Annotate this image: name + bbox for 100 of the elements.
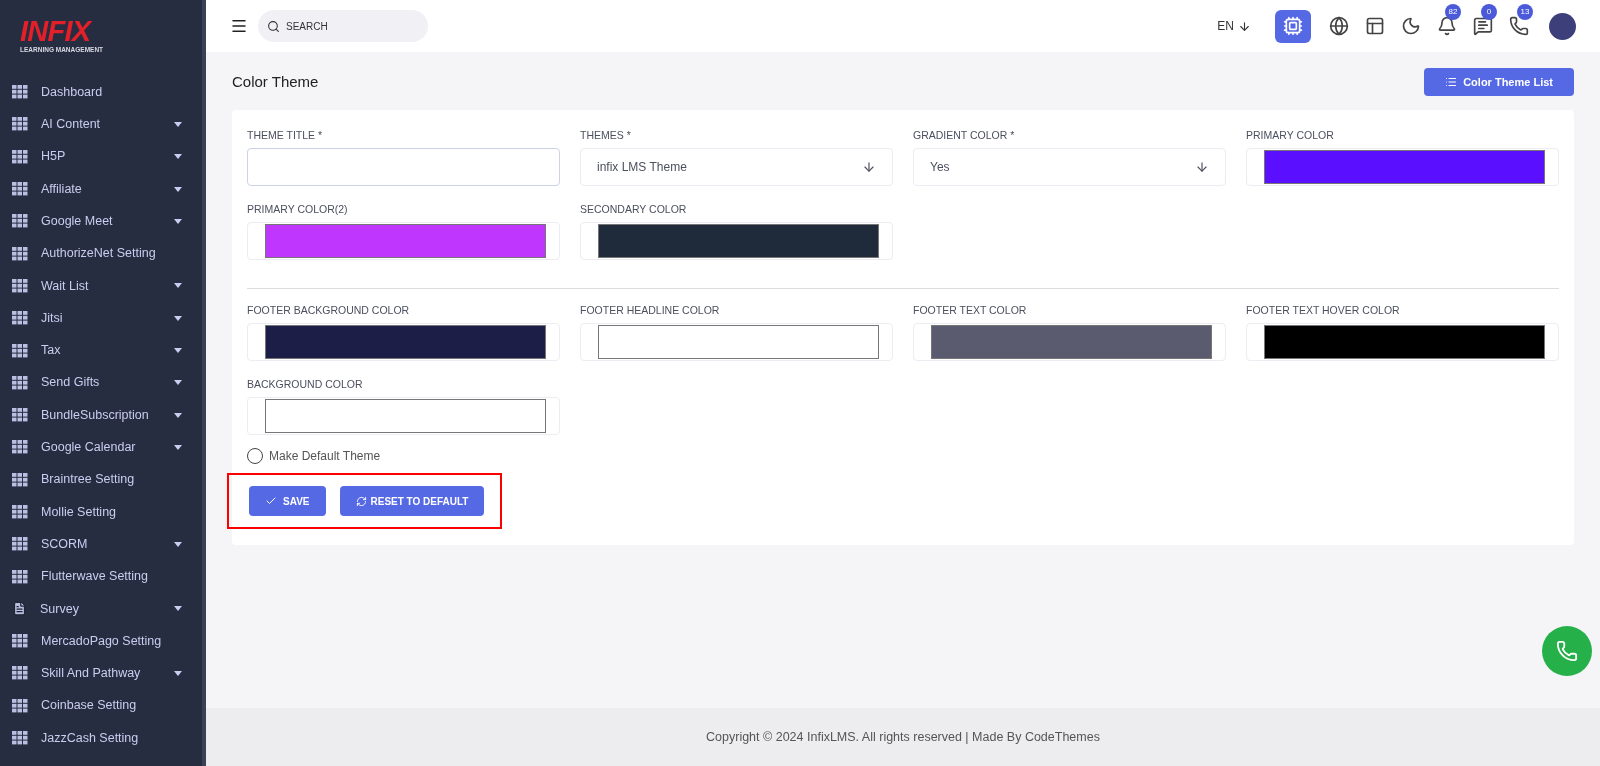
caret-icon	[174, 154, 182, 160]
globe-icon[interactable]	[1329, 16, 1349, 36]
color-input[interactable]	[247, 323, 560, 361]
caret-icon	[174, 541, 182, 547]
sidebar-item[interactable]: MercadoPago Setting	[0, 625, 202, 658]
layout-icon[interactable]	[1365, 16, 1385, 36]
count-badge: 82	[1445, 4, 1461, 20]
grid-icon	[12, 634, 28, 649]
sidebar-item[interactable]: Mollie Setting	[0, 495, 202, 529]
grid-icon	[12, 117, 28, 132]
sidebar-item[interactable]: Coinbase Setting	[0, 689, 202, 722]
grid-icon	[12, 569, 28, 584]
sidebar-item[interactable]: Wait List	[0, 269, 202, 303]
chat-icon[interactable]	[1473, 16, 1493, 36]
color-input[interactable]	[1246, 148, 1559, 186]
color-input[interactable]	[580, 323, 893, 361]
list-icon	[1445, 76, 1458, 88]
field-label: FOOTER HEADLINE COLOR	[580, 303, 721, 317]
sidebar-item[interactable]: AI Content	[0, 108, 202, 141]
reset-button[interactable]: RESET TO DEFAULT	[339, 486, 485, 516]
down-arrow-icon	[1195, 160, 1209, 174]
chip-icon	[1283, 16, 1303, 36]
sidebar-item[interactable]: Flutterwave Setting	[0, 560, 202, 593]
whatsapp-button[interactable]	[1542, 626, 1592, 676]
select-field[interactable]: Yes	[913, 148, 1226, 186]
caret-icon	[174, 315, 182, 321]
color-input[interactable]	[913, 323, 1226, 361]
sidebar-item[interactable]: JazzCash Setting	[0, 721, 202, 755]
caret-icon	[174, 218, 182, 224]
field-label: FOOTER TEXT COLOR	[913, 303, 1028, 317]
sidebar-item[interactable]: SCORM	[0, 528, 202, 561]
color-input[interactable]	[580, 222, 893, 260]
color-input[interactable]	[247, 397, 560, 435]
phone-icon	[1556, 640, 1578, 662]
sidebar-item[interactable]: Tax	[0, 334, 202, 367]
search-icon	[267, 20, 280, 33]
sidebar-item[interactable]: Skill And Pathway	[0, 657, 202, 690]
sidebar-item[interactable]: H5P	[0, 140, 202, 173]
sidebar-item[interactable]: Survey	[0, 592, 202, 626]
bell-icon[interactable]	[1437, 16, 1457, 36]
phone-icon[interactable]	[1509, 16, 1529, 36]
sidebar-item[interactable]: Dashboard	[0, 76, 202, 109]
count-badge: 13	[1517, 4, 1533, 20]
grid-icon	[12, 343, 28, 358]
sidebar-item[interactable]: Send Gifts	[0, 366, 202, 399]
sidebar-item[interactable]: AuthorizeNet Setting	[0, 237, 202, 270]
sidebar-item[interactable]: Braintree Setting	[0, 463, 202, 496]
field-label: THEMES *	[580, 128, 632, 142]
make-default-option[interactable]: Make Default Theme	[247, 447, 1559, 465]
caret-icon	[174, 121, 182, 127]
caret-icon	[174, 348, 182, 353]
grid-icon	[12, 214, 28, 229]
sidebar-item[interactable]: Google Meet	[0, 205, 202, 238]
sidebar-item[interactable]: Jitsi	[0, 302, 202, 335]
moon-icon[interactable]	[1401, 16, 1421, 36]
caret-icon	[174, 283, 182, 289]
grid-icon	[12, 85, 28, 100]
down-arrow-icon	[1238, 19, 1251, 33]
menu-icon[interactable]	[230, 17, 248, 35]
field-label: FOOTER TEXT HOVER COLOR	[1246, 303, 1401, 317]
grid-icon	[12, 408, 28, 423]
grid-icon	[12, 375, 28, 390]
grid-icon	[12, 505, 28, 519]
grid-icon	[12, 731, 28, 746]
color-input[interactable]	[1246, 323, 1559, 361]
refresh-icon	[355, 495, 367, 507]
save-button[interactable]: SAVE	[249, 486, 326, 516]
chip-button[interactable]	[1275, 9, 1311, 43]
sidebar-item[interactable]: Google Calendar	[0, 431, 202, 464]
field-label: BACKGROUND COLOR	[247, 377, 364, 391]
caret-icon	[174, 380, 182, 386]
caret-icon	[174, 444, 182, 450]
language-selector[interactable]: EN	[1217, 17, 1251, 35]
color-input[interactable]	[247, 222, 560, 260]
field-label: PRIMARY COLOR(2)	[247, 202, 349, 216]
logo-text: INFIX	[20, 18, 93, 45]
grid-icon	[12, 246, 28, 261]
field-label: SECONDARY COLOR	[580, 202, 688, 216]
document-icon	[12, 601, 27, 617]
color-theme-list-button[interactable]: Color Theme List	[1424, 68, 1574, 96]
sidebar-item[interactable]: BundleSubscription	[0, 398, 202, 432]
field-label: THEME TITLE *	[247, 128, 324, 142]
caret-icon	[174, 186, 182, 192]
field-label: FOOTER BACKGROUND COLOR	[247, 303, 411, 317]
grid-icon	[12, 182, 28, 197]
grid-icon	[12, 537, 28, 552]
grid-icon	[12, 278, 28, 293]
caret-icon	[174, 671, 182, 676]
grid-icon	[12, 472, 28, 487]
text-input[interactable]	[247, 148, 560, 186]
grid-icon	[12, 666, 28, 681]
grid-icon	[12, 440, 28, 455]
field-label: GRADIENT COLOR *	[913, 128, 1016, 142]
grid-icon	[12, 149, 28, 164]
sidebar-item[interactable]: Affiliate	[0, 172, 202, 206]
search-field[interactable]: SEARCH	[258, 10, 428, 42]
field-label: PRIMARY COLOR	[1246, 128, 1335, 142]
check-icon	[265, 495, 277, 507]
select-field[interactable]: infix LMS Theme	[580, 148, 893, 186]
avatar[interactable]	[1549, 12, 1576, 40]
